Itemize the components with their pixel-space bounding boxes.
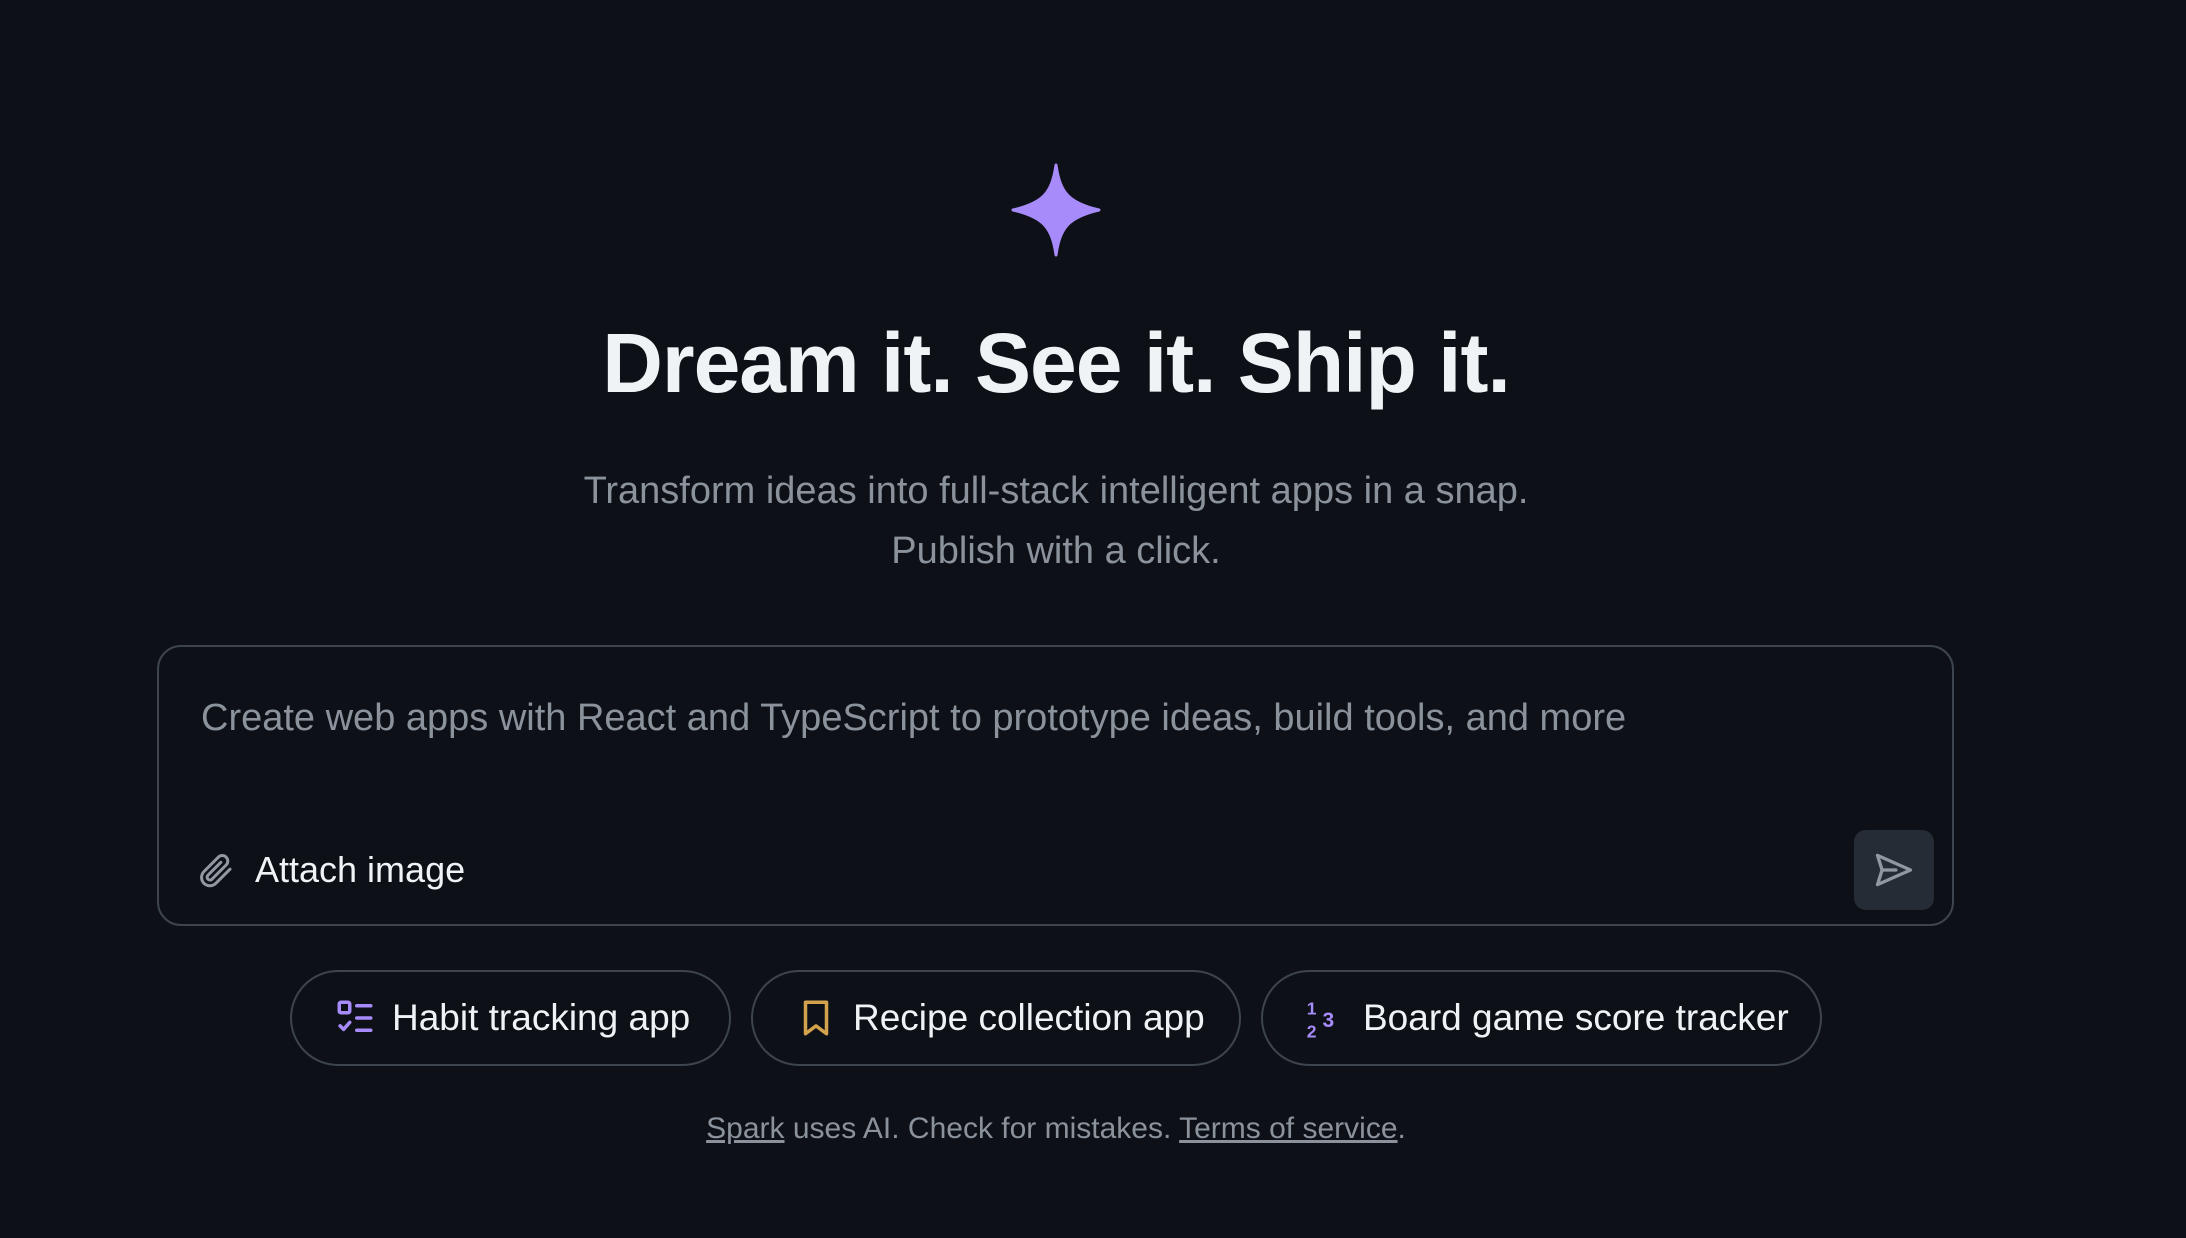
svg-text:1: 1 (1307, 999, 1317, 1019)
checklist-icon (337, 1000, 373, 1032)
disclaimer-footer: Spark uses AI. Check for mistakes. Terms… (0, 1108, 2112, 1150)
numbers-icon: 1 2 3 (1307, 999, 1335, 1040)
suggestion-label: Recipe collection app (853, 997, 1205, 1038)
subtitle-line-1: Transform ideas into full-stack intellig… (583, 470, 1529, 512)
svg-text:3: 3 (1323, 1009, 1335, 1032)
bookmark-icon (803, 1000, 829, 1036)
prompt-composer: Attach image (157, 645, 1954, 926)
send-icon (1875, 853, 1913, 887)
spark-landing-page: Dream it. See it. Ship it. Transform ide… (0, 0, 2186, 1238)
spark-link[interactable]: Spark (706, 1112, 784, 1145)
svg-text:2: 2 (1307, 1021, 1317, 1039)
disclaimer-text: uses AI. Check for mistakes. (784, 1112, 1180, 1145)
footer-period: . (1397, 1112, 1406, 1145)
subtitle-line-2: Publish with a click. (891, 530, 1221, 572)
attach-image-button[interactable]: Attach image (195, 845, 465, 895)
suggestion-recipe-collection[interactable]: Recipe collection app (751, 970, 1241, 1066)
attach-image-label: Attach image (255, 849, 466, 890)
suggestion-board-game-score[interactable]: 1 2 3 Board game score tracker (1261, 970, 1822, 1066)
send-button[interactable] (1854, 830, 1934, 910)
page-title: Dream it. See it. Ship it. (602, 316, 1511, 410)
sparkle-icon (1011, 163, 1101, 257)
paperclip-icon (200, 854, 232, 888)
prompt-input[interactable] (199, 687, 1903, 749)
suggestion-label: Habit tracking app (392, 997, 691, 1038)
suggestion-label: Board game score tracker (1363, 997, 1789, 1038)
terms-of-service-link[interactable]: Terms of service (1179, 1112, 1397, 1145)
suggestion-habit-tracking[interactable]: Habit tracking app (290, 970, 731, 1066)
